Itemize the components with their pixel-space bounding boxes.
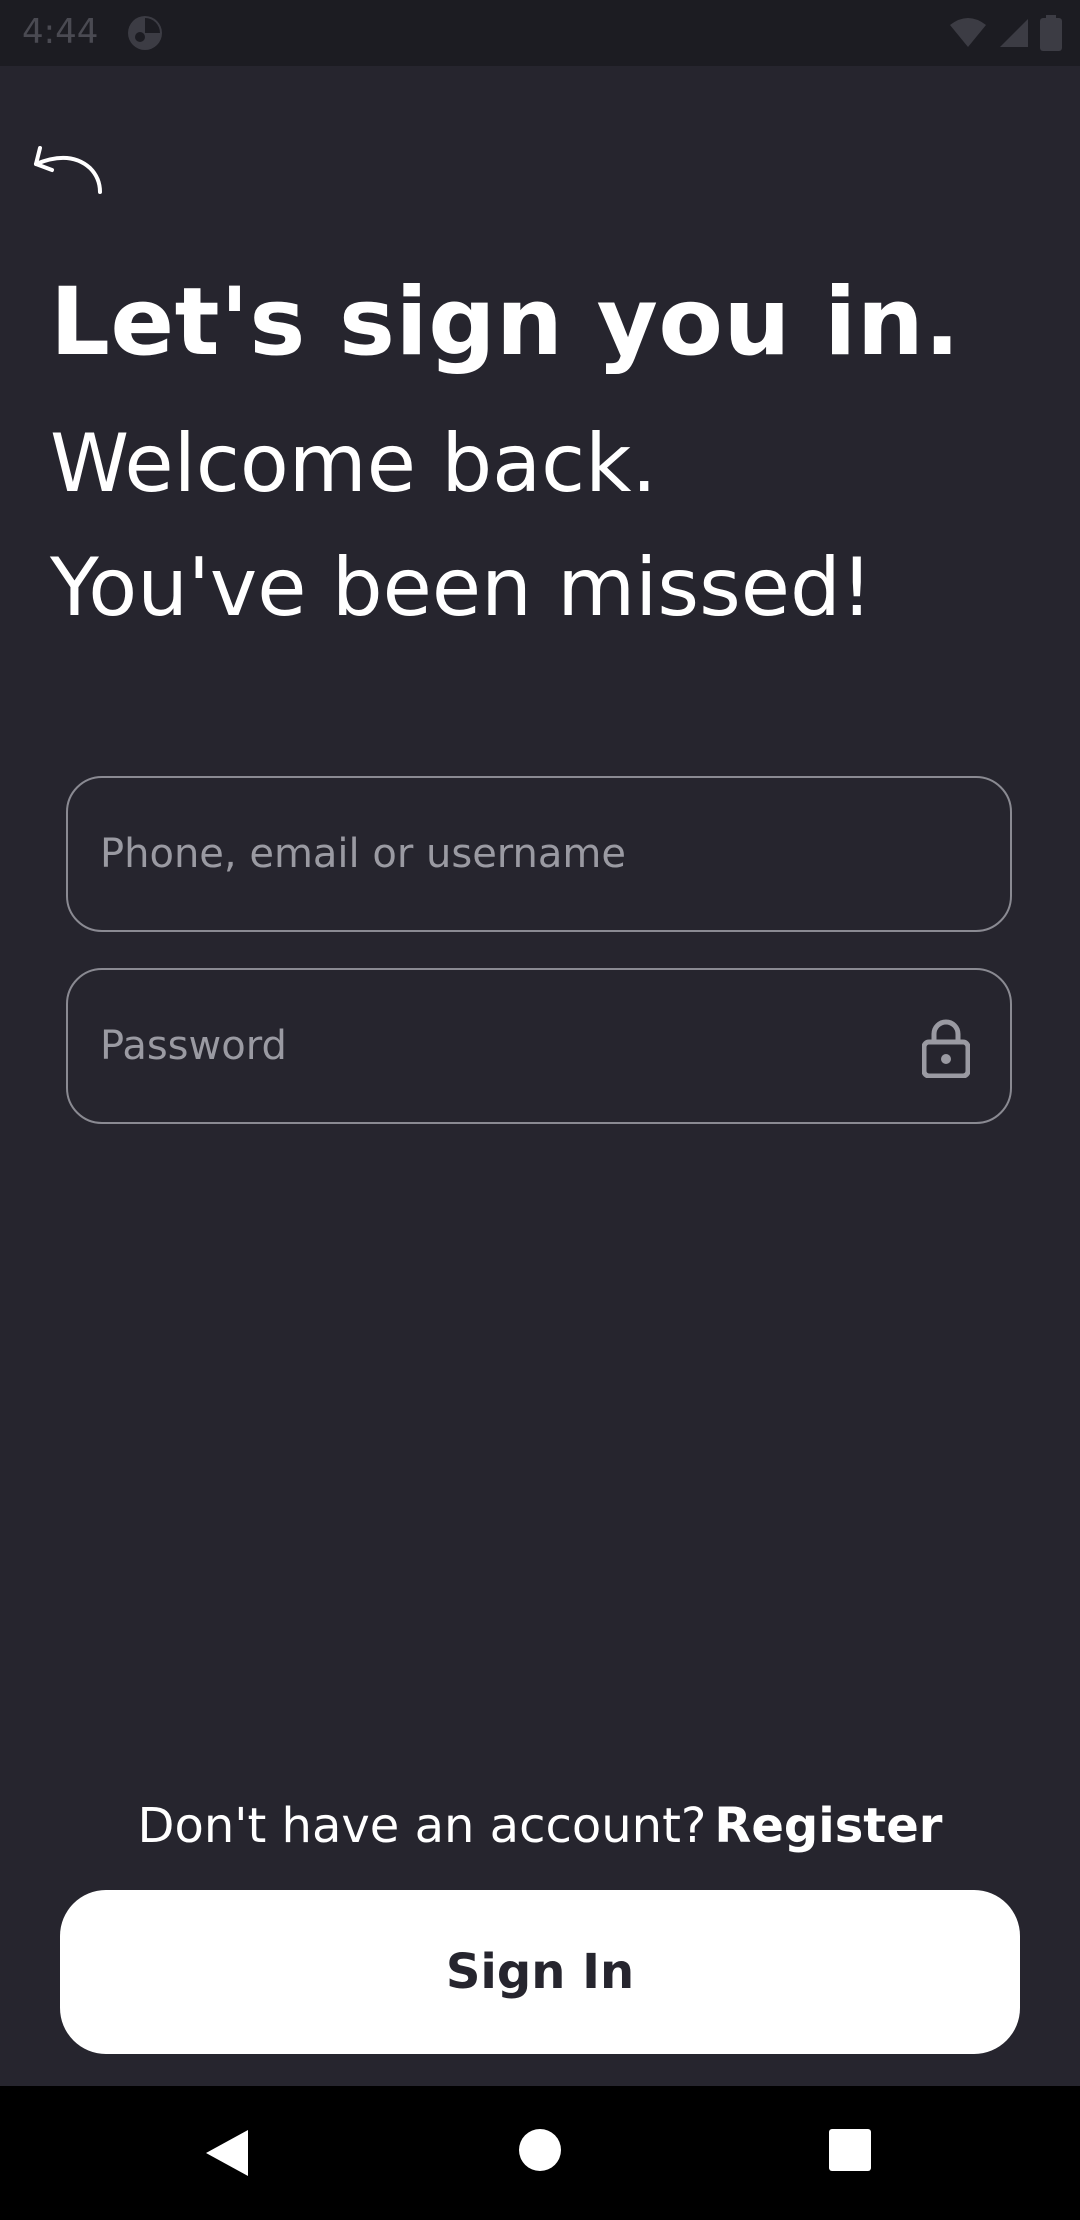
- battery-icon: [1040, 15, 1062, 51]
- home-circle-icon[interactable]: [518, 2128, 562, 2172]
- register-link[interactable]: Register: [714, 1798, 942, 1854]
- missed-subtitle: You've been missed!: [50, 541, 873, 634]
- recents-square-icon[interactable]: [828, 2128, 872, 2172]
- page-title: Let's sign you in.: [50, 268, 961, 377]
- status-bar: 4:44: [0, 0, 1080, 66]
- login-field-container: [66, 776, 1012, 932]
- sign-in-button[interactable]: Sign In: [60, 1890, 1020, 2054]
- wifi-icon: [950, 18, 986, 47]
- app-notification-icon: [128, 16, 162, 50]
- register-line: Don't have an account? Register: [0, 1798, 1080, 1854]
- back-triangle-icon[interactable]: [204, 2128, 250, 2178]
- status-time: 4:44: [22, 12, 99, 52]
- undo-arrow-icon: [34, 146, 102, 194]
- login-input[interactable]: [68, 778, 1010, 930]
- welcome-subtitle: Welcome back.: [50, 417, 657, 510]
- password-input[interactable]: [68, 970, 1010, 1122]
- back-button[interactable]: [30, 140, 110, 204]
- status-icons: [948, 14, 1062, 52]
- register-prompt: Don't have an account?: [137, 1798, 707, 1854]
- lock-icon[interactable]: [922, 1018, 970, 1078]
- navigation-bar: [0, 2086, 1080, 2220]
- signal-icon: [1000, 19, 1028, 47]
- password-field-container: [66, 968, 1012, 1124]
